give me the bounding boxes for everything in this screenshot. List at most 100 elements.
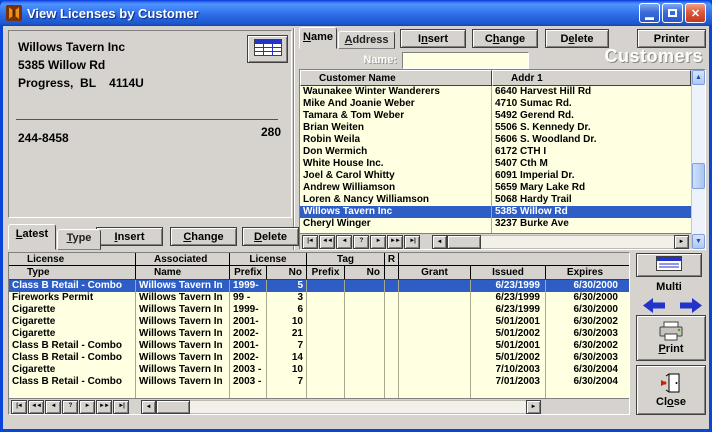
titlebar[interactable]: View Licenses by Customer ▬ ✕ <box>0 0 712 26</box>
record-nav-button[interactable]: ►| <box>404 235 420 249</box>
customer-row[interactable]: Cheryl Winger 3237 Burke Ave <box>300 218 691 230</box>
column-header-expires: Expires <box>546 266 624 279</box>
hscroll-track[interactable] <box>190 400 526 414</box>
record-nav-button[interactable]: ◄◄ <box>319 235 335 249</box>
record-nav-button[interactable]: |◄ <box>11 400 27 414</box>
licenses-list: License Associated License Tag R Type Na… <box>8 252 630 415</box>
licenses-change-button[interactable]: Change <box>170 227 237 246</box>
license-row[interactable]: Cigarette Willows Tavern In 2002- 21 5/0… <box>9 328 629 340</box>
scroll-right-arrow[interactable]: ► <box>674 235 689 249</box>
license-row[interactable]: Class B Retail - Combo Willows Tavern In… <box>9 352 629 364</box>
card-icon <box>656 256 682 271</box>
licenses-delete-button[interactable]: Delete <box>242 227 299 246</box>
close-button[interactable]: Close <box>636 365 706 415</box>
expires-cell: 6/30/2000 <box>546 280 624 292</box>
tag-no-cell <box>345 364 385 376</box>
licenses-record-nav: |◄◄◄◄?►►►►| ◄ ► <box>9 398 629 414</box>
licenses-hscrollbar[interactable]: ◄ ► <box>141 400 541 414</box>
vscroll-thumb[interactable] <box>692 163 705 189</box>
customer-row[interactable]: Willows Tavern Inc 5385 Willow Rd <box>300 206 691 218</box>
customers-insert-button[interactable]: Insert <box>400 29 466 48</box>
record-nav-button[interactable]: ► <box>79 400 95 414</box>
tag-no-cell <box>345 376 385 388</box>
name-search-input[interactable] <box>402 52 529 69</box>
customer-browse-button[interactable] <box>247 35 288 63</box>
minimize-button[interactable]: ▬ <box>639 3 660 23</box>
maximize-button[interactable] <box>662 3 683 23</box>
customer-row[interactable]: Joel & Carol Whitty 6091 Imperial Dr. <box>300 170 691 182</box>
customer-name-cell: Tamara & Tom Weber <box>300 110 492 122</box>
expires-cell: 6/30/2002 <box>546 340 624 352</box>
license-row[interactable]: Cigarette Willows Tavern In 1999- 6 6/23… <box>9 304 629 316</box>
record-nav-button[interactable]: ◄ <box>45 400 61 414</box>
customer-city-text: Progress, BL 4114U <box>18 76 144 90</box>
customer-row[interactable]: Andrew Williamson 5659 Mary Lake Rd <box>300 182 691 194</box>
scroll-up-arrow[interactable]: ▲ <box>692 70 705 85</box>
license-row[interactable]: Fireworks Permit Willows Tavern In 99 - … <box>9 292 629 304</box>
license-prefix-cell: 2002- <box>230 352 267 364</box>
record-nav-button[interactable]: ► <box>370 235 386 249</box>
licenses-insert-button[interactable]: Insert <box>96 227 163 246</box>
column-header-prefix: Prefix <box>230 266 267 279</box>
app-icon <box>6 5 22 21</box>
tag-no-cell <box>345 316 385 328</box>
record-nav-button[interactable]: ►| <box>113 400 129 414</box>
record-nav-button[interactable]: ? <box>353 235 369 249</box>
hscroll-track[interactable] <box>481 235 674 249</box>
customer-row[interactable]: Don Wermich 6172 CTH I <box>300 146 691 158</box>
exit-door-icon <box>660 372 682 394</box>
record-nav-button[interactable]: ◄◄ <box>28 400 44 414</box>
customer-addr-cell: 5506 S. Kennedy Dr. <box>492 122 691 134</box>
record-nav-button[interactable]: ? <box>62 400 78 414</box>
tab-address[interactable]: Address <box>338 31 395 49</box>
customer-row[interactable]: Brian Weiten 5506 S. Kennedy Dr. <box>300 122 691 134</box>
record-nav-button[interactable]: ►► <box>387 235 403 249</box>
close-label: Close <box>656 396 686 408</box>
customers-hscrollbar[interactable]: ◄ ► <box>432 235 689 249</box>
close-icon: ✕ <box>691 7 700 20</box>
record-nav-button[interactable]: ►► <box>96 400 112 414</box>
customer-row[interactable]: Mike And Joanie Weber 4710 Sumac Rd. <box>300 98 691 110</box>
next-arrow-button[interactable] <box>680 298 702 313</box>
license-name-cell: Willows Tavern In <box>136 304 230 316</box>
license-name-cell: Willows Tavern In <box>136 316 230 328</box>
expires-cell: 6/30/2004 <box>546 364 624 376</box>
issued-cell: 6/23/1999 <box>471 304 546 316</box>
scroll-right-arrow[interactable]: ► <box>526 400 541 414</box>
license-row[interactable]: Cigarette Willows Tavern In 2001- 10 5/0… <box>9 316 629 328</box>
customer-row[interactable]: Loren & Nancy Williamson 5068 Hardy Trai… <box>300 194 691 206</box>
tab-type[interactable]: Type <box>57 229 101 250</box>
customer-name-cell: Brian Weiten <box>300 122 492 134</box>
scroll-down-arrow[interactable]: ▼ <box>692 234 705 249</box>
print-button[interactable]: Print <box>636 315 706 361</box>
customers-vscrollbar[interactable]: ▲ ▼ <box>691 70 705 249</box>
hscroll-thumb[interactable] <box>156 400 190 414</box>
license-no-cell: 7 <box>267 340 307 352</box>
multi-button[interactable] <box>636 253 702 277</box>
record-nav-button[interactable]: ◄ <box>336 235 352 249</box>
hscroll-thumb[interactable] <box>447 235 481 249</box>
customer-name-cell: Mike And Joanie Weber <box>300 98 492 110</box>
close-window-button[interactable]: ✕ <box>685 3 706 23</box>
license-row[interactable]: Cigarette Willows Tavern In 2003 - 10 7/… <box>9 364 629 376</box>
tab-latest[interactable]: Latest <box>8 224 56 250</box>
column-header-tag-prefix: Prefix <box>307 266 345 279</box>
tab-name[interactable]: Name <box>299 27 337 49</box>
customer-name-cell: Joel & Carol Whitty <box>300 170 492 182</box>
customer-row[interactable]: Tamara & Tom Weber 5492 Gerend Rd. <box>300 110 691 122</box>
customer-row[interactable]: Waunakee Winter Wanderers 6640 Harvest H… <box>300 86 691 98</box>
column-header-grant: Grant <box>399 266 471 279</box>
vscroll-track[interactable] <box>692 85 705 234</box>
customer-row[interactable]: White House Inc. 5407 Cth M <box>300 158 691 170</box>
customers-record-nav: |◄◄◄◄?►►►►| ◄ ► <box>300 233 691 249</box>
license-row[interactable]: Class B Retail - Combo Willows Tavern In… <box>9 280 629 292</box>
customer-row[interactable]: Robin Weila 5606 S. Woodland Dr. <box>300 134 691 146</box>
license-row[interactable]: Class B Retail - Combo Willows Tavern In… <box>9 376 629 388</box>
customer-addr-cell: 5407 Cth M <box>492 158 691 170</box>
record-nav-button[interactable]: |◄ <box>302 235 318 249</box>
scroll-left-arrow[interactable]: ◄ <box>432 235 447 249</box>
previous-arrow-button[interactable] <box>643 298 665 313</box>
license-prefix-cell: 2003 - <box>230 364 267 376</box>
license-row[interactable]: Class B Retail - Combo Willows Tavern In… <box>9 340 629 352</box>
scroll-left-arrow[interactable]: ◄ <box>141 400 156 414</box>
